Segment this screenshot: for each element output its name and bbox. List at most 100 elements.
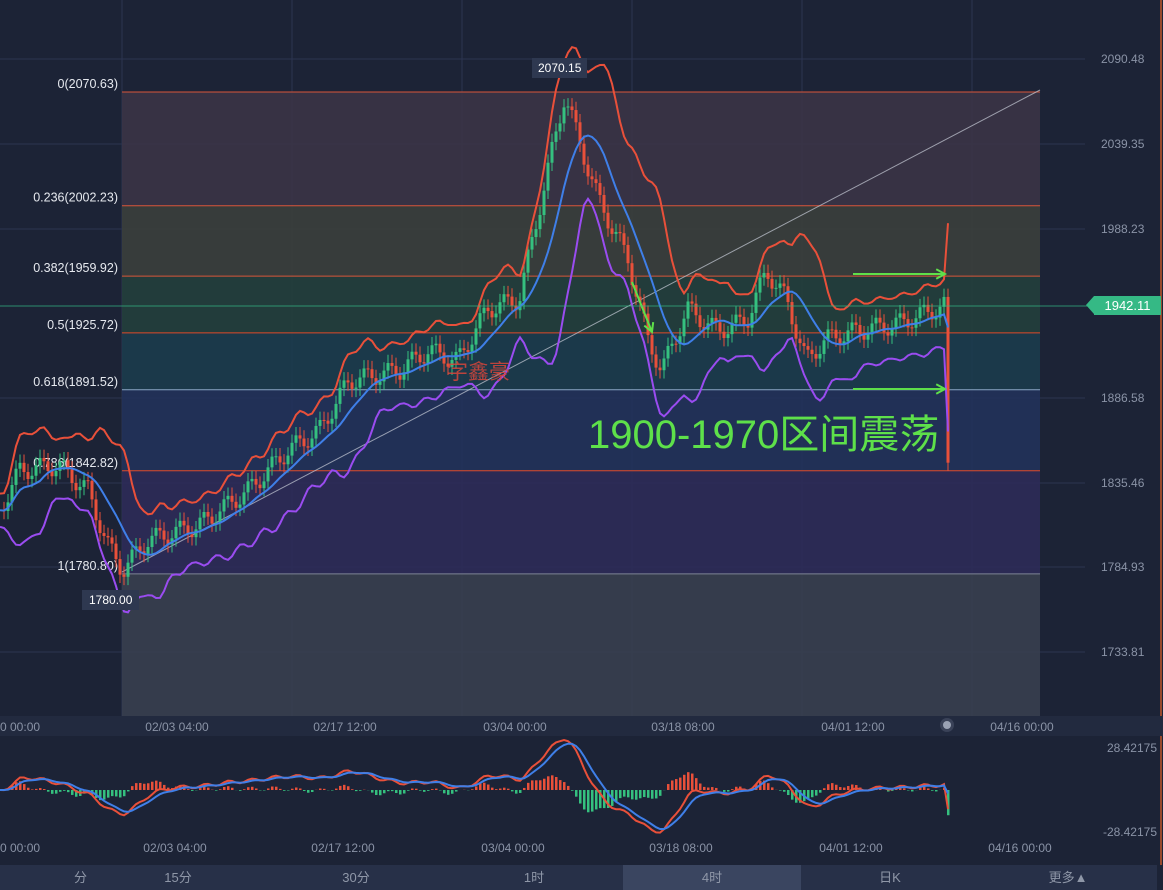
x-axis-tick: 03/18 08:00	[651, 720, 715, 734]
candle-body	[354, 387, 358, 389]
macd-histogram-bar	[27, 787, 30, 790]
macd-histogram-bar	[455, 790, 458, 792]
candle-body	[650, 335, 654, 355]
y-axis-tick: 1835.46	[1101, 476, 1145, 490]
tab-4[interactable]: 4时	[623, 865, 801, 890]
macd-histogram-bar	[155, 780, 158, 790]
candle-body	[814, 354, 818, 359]
macd-histogram-bar	[531, 780, 534, 790]
macd-x-axis-tick: 03/04 00:00	[481, 841, 545, 855]
candle-body	[606, 212, 610, 229]
candle-body	[274, 456, 278, 458]
macd-histogram-bar	[643, 790, 646, 798]
price-chart[interactable]: 0(2070.63) 0.236(2002.23) 0.382(1959.92) 0.…	[0, 0, 1163, 865]
y-axis-tick: 1886.58	[1101, 391, 1145, 405]
macd-histogram-bar	[35, 788, 38, 790]
candle-body	[90, 480, 94, 500]
price-tag-arrow	[1086, 296, 1094, 314]
tab-6[interactable]: 更多▲	[979, 865, 1157, 890]
tab-1[interactable]: 15分	[89, 865, 267, 890]
macd-histogram-bar	[423, 790, 426, 792]
macd-histogram-bar	[271, 786, 274, 790]
macd-histogram-bar	[427, 790, 430, 791]
macd-histogram-bar	[627, 790, 630, 798]
candle-body	[474, 328, 478, 345]
candle-body	[358, 377, 362, 388]
y-axis-tick: 2039.35	[1101, 137, 1145, 151]
macd-histogram-bar	[135, 783, 138, 790]
macd-histogram-bar	[339, 785, 342, 790]
tab-5[interactable]: 日K	[801, 865, 979, 890]
macd-y-max: 28.42175	[1107, 741, 1157, 755]
macd-histogram-bar	[407, 790, 410, 791]
macd-histogram-bar	[827, 784, 830, 790]
macd-histogram-bar	[659, 790, 662, 796]
macd-histogram-bar	[123, 790, 126, 797]
candle-body	[314, 425, 318, 439]
macd-x-axis-tick: 0 00:00	[0, 841, 40, 855]
candle-body	[438, 343, 442, 353]
macd-histogram-bar	[835, 784, 838, 790]
macd-histogram-bar	[299, 788, 302, 790]
macd-histogram-bar	[547, 776, 550, 790]
macd-histogram-bar	[527, 782, 530, 790]
macd-histogram-bar	[503, 787, 506, 790]
macd-histogram-bar	[671, 780, 674, 790]
macd-histogram-bar	[223, 786, 226, 790]
candle-body	[150, 535, 154, 547]
candle-body	[98, 520, 102, 534]
candle-body	[466, 350, 470, 352]
macd-histogram-bar	[207, 787, 210, 790]
tab-label: 15分	[164, 870, 192, 885]
candle-body	[86, 480, 90, 482]
candle-body	[674, 343, 678, 345]
candle-body	[794, 324, 798, 339]
tab-0[interactable]: 分	[0, 865, 89, 890]
candle-body	[686, 301, 690, 319]
macd-histogram-bar	[107, 790, 110, 798]
y-axis-tick: 2090.48	[1101, 52, 1145, 66]
macd-histogram-bar	[115, 790, 118, 797]
macd-histogram-bar	[815, 790, 818, 796]
candle-body	[342, 380, 346, 388]
low-label: 1780.00	[82, 590, 140, 610]
candle-body	[494, 313, 498, 318]
macd-histogram-bar	[691, 773, 694, 790]
candle-body	[774, 287, 778, 289]
macd-histogram-bar	[103, 790, 106, 800]
candle-body	[346, 380, 350, 383]
macd-histogram-bar	[519, 790, 522, 793]
candle-body	[942, 296, 946, 307]
macd-histogram-bar	[487, 784, 490, 790]
tab-2[interactable]: 30分	[267, 865, 445, 890]
macd-histogram-bar	[655, 790, 658, 799]
candle-body	[322, 419, 326, 421]
macd-histogram-bar	[387, 790, 390, 792]
macd-histogram-bar	[471, 789, 474, 790]
macd-histogram-bar	[319, 788, 322, 790]
tab-3[interactable]: 1时	[445, 865, 623, 890]
macd-histogram-bar	[559, 780, 562, 790]
candle-body	[866, 334, 870, 340]
macd-histogram-bar	[419, 790, 422, 791]
macd-histogram-bar	[307, 790, 310, 793]
candle-body	[218, 511, 222, 523]
macd-histogram-bar	[43, 789, 46, 790]
macd-histogram-bar	[475, 786, 478, 790]
y-axis-panel	[1085, 0, 1163, 716]
macd-histogram-bar	[931, 790, 934, 791]
candle-body	[834, 329, 838, 339]
candle-body	[110, 537, 114, 544]
macd-histogram-bar	[911, 790, 914, 792]
candle-body	[310, 438, 314, 448]
candle-body	[626, 244, 630, 264]
macd-histogram-bar	[283, 790, 286, 791]
fib-level-label: 0.786(1842.82)	[33, 456, 118, 470]
candle-body	[286, 455, 290, 465]
candle-body	[106, 535, 110, 538]
macd-histogram-bar	[635, 790, 638, 800]
candle-body	[114, 543, 118, 560]
macd-histogram-bar	[535, 780, 538, 790]
fib-level-label: 0.5(1925.72)	[47, 318, 118, 332]
macd-histogram-bar	[187, 789, 190, 790]
